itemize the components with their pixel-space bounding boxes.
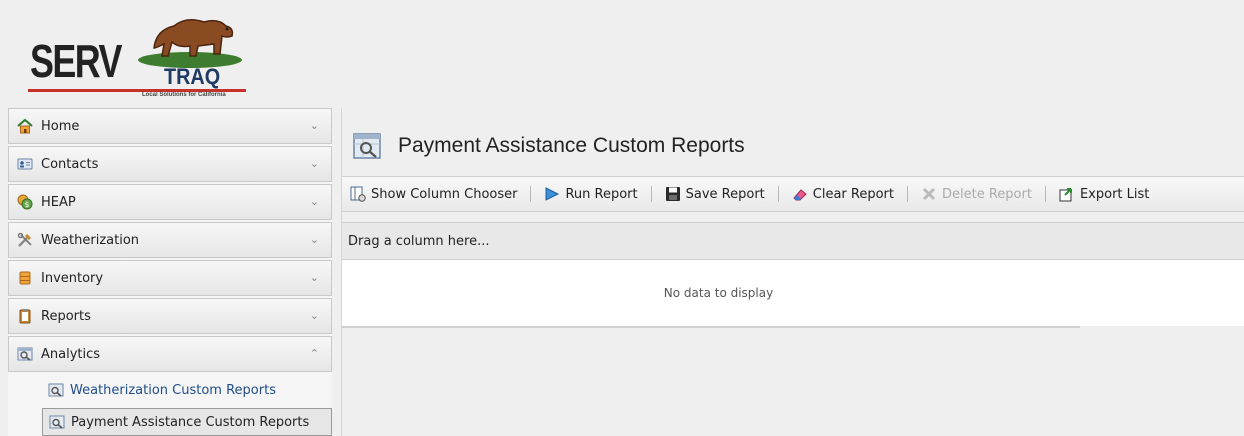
column-chooser-icon: [350, 186, 366, 202]
clipboard-icon: [17, 308, 33, 324]
sidebar-item-analytics[interactable]: Analytics ⌃: [8, 336, 332, 372]
chevron-up-icon: ⌃: [309, 347, 319, 360]
toolbar-separator: [1044, 186, 1046, 202]
home-icon: [17, 118, 33, 134]
chevron-down-icon: ⌄: [309, 309, 319, 322]
chevron-down-icon: ⌄: [309, 119, 319, 132]
sidebar-item-label: Home: [41, 118, 80, 134]
run-report-button[interactable]: Run Report: [544, 186, 638, 202]
sidebar-item-home[interactable]: Home ⌄: [8, 108, 332, 144]
show-column-chooser-button[interactable]: Show Column Chooser: [350, 186, 517, 202]
sidebar-item-label: Contacts: [41, 156, 99, 172]
empty-grid-message: No data to display: [663, 286, 774, 300]
export-list-button[interactable]: Export List: [1059, 186, 1149, 202]
logo-tagline: Local Solutions for California: [142, 92, 226, 98]
floppy-disk-icon: [665, 186, 681, 202]
grid-bottom-border: [342, 326, 1080, 328]
page-header: Payment Assistance Custom Reports: [352, 126, 745, 166]
inventory-icon: [17, 270, 33, 286]
tools-icon: [17, 232, 33, 248]
clear-report-label: Clear Report: [812, 186, 894, 202]
export-icon: [1059, 186, 1075, 202]
run-report-label: Run Report: [565, 186, 638, 202]
toolbar-separator: [530, 186, 532, 202]
toolbar-separator: [907, 186, 908, 202]
export-list-label: Export List: [1079, 186, 1150, 202]
main-content: Payment Assistance Custom Reports Show C…: [341, 108, 1244, 436]
sidebar-item-label: Inventory: [41, 270, 104, 286]
sidebar-item-label: Reports: [41, 308, 91, 324]
report-grid: No data to display: [342, 260, 1244, 326]
delete-report-button[interactable]: Delete Report: [921, 186, 1032, 202]
chevron-down-icon: ⌄: [309, 233, 319, 246]
play-icon: [544, 186, 560, 202]
toolbar-separator: [650, 186, 652, 202]
sidebar-item-label: HEAP: [41, 194, 76, 210]
chevron-down-icon: ⌄: [309, 195, 319, 208]
chevron-down-icon: ⌄: [309, 271, 319, 284]
sidebar-item-heap[interactable]: $ HEAP ⌄: [8, 184, 332, 220]
sidebar-subitem-label: Payment Assistance Custom Reports: [71, 414, 310, 430]
save-report-label: Save Report: [685, 186, 765, 202]
logo-traq-text: TRAQ: [164, 64, 221, 89]
delete-report-label: Delete Report: [942, 186, 1032, 202]
app-header: SERV TRAQ Local Solutions for California: [0, 0, 1244, 106]
custom-report-icon: [48, 382, 64, 398]
clear-report-button[interactable]: Clear Report: [792, 186, 894, 202]
custom-report-icon: [49, 414, 65, 430]
sidebar-item-weatherization[interactable]: Weatherization ⌄: [8, 222, 332, 258]
sidebar-item-reports[interactable]: Reports ⌄: [8, 298, 332, 334]
sidebar-subitem-weatherization-custom-reports[interactable]: Weatherization Custom Reports: [42, 376, 332, 404]
svg-text:$: $: [25, 201, 29, 209]
sidebar-subitem-label: Weatherization Custom Reports: [70, 382, 276, 398]
delete-x-icon: [921, 186, 937, 202]
page-title: Payment Assistance Custom Reports: [398, 134, 745, 157]
sidebar-subitem-payment-assistance-custom-reports[interactable]: Payment Assistance Custom Reports: [42, 408, 332, 436]
logo-serv-text: SERV: [30, 35, 122, 87]
show-column-chooser-label: Show Column Chooser: [371, 186, 518, 202]
contacts-card-icon: [17, 156, 33, 172]
analytics-icon: [17, 346, 33, 362]
servtraq-logo[interactable]: SERV TRAQ Local Solutions for California: [14, 8, 254, 102]
sidebar-item-inventory[interactable]: Inventory ⌄: [8, 260, 332, 296]
eraser-icon: [792, 186, 808, 202]
save-report-button[interactable]: Save Report: [665, 186, 765, 202]
group-by-panel[interactable]: Drag a column here...: [342, 222, 1244, 260]
custom-report-icon: [352, 131, 382, 161]
money-icon: $: [17, 194, 33, 210]
sidebar-item-label: Weatherization: [41, 232, 140, 248]
chevron-down-icon: ⌄: [309, 157, 319, 170]
sidebar-item-label: Analytics: [41, 346, 101, 362]
toolbar-separator: [777, 186, 779, 202]
group-by-hint: Drag a column here...: [348, 233, 490, 249]
sidebar-nav: Home ⌄ Contacts ⌄ $ HEAP ⌄ Weatherizatio…: [8, 108, 332, 436]
report-toolbar: Show Column Chooser Run Report Save Repo…: [342, 176, 1244, 212]
sidebar-item-contacts[interactable]: Contacts ⌄: [8, 146, 332, 182]
